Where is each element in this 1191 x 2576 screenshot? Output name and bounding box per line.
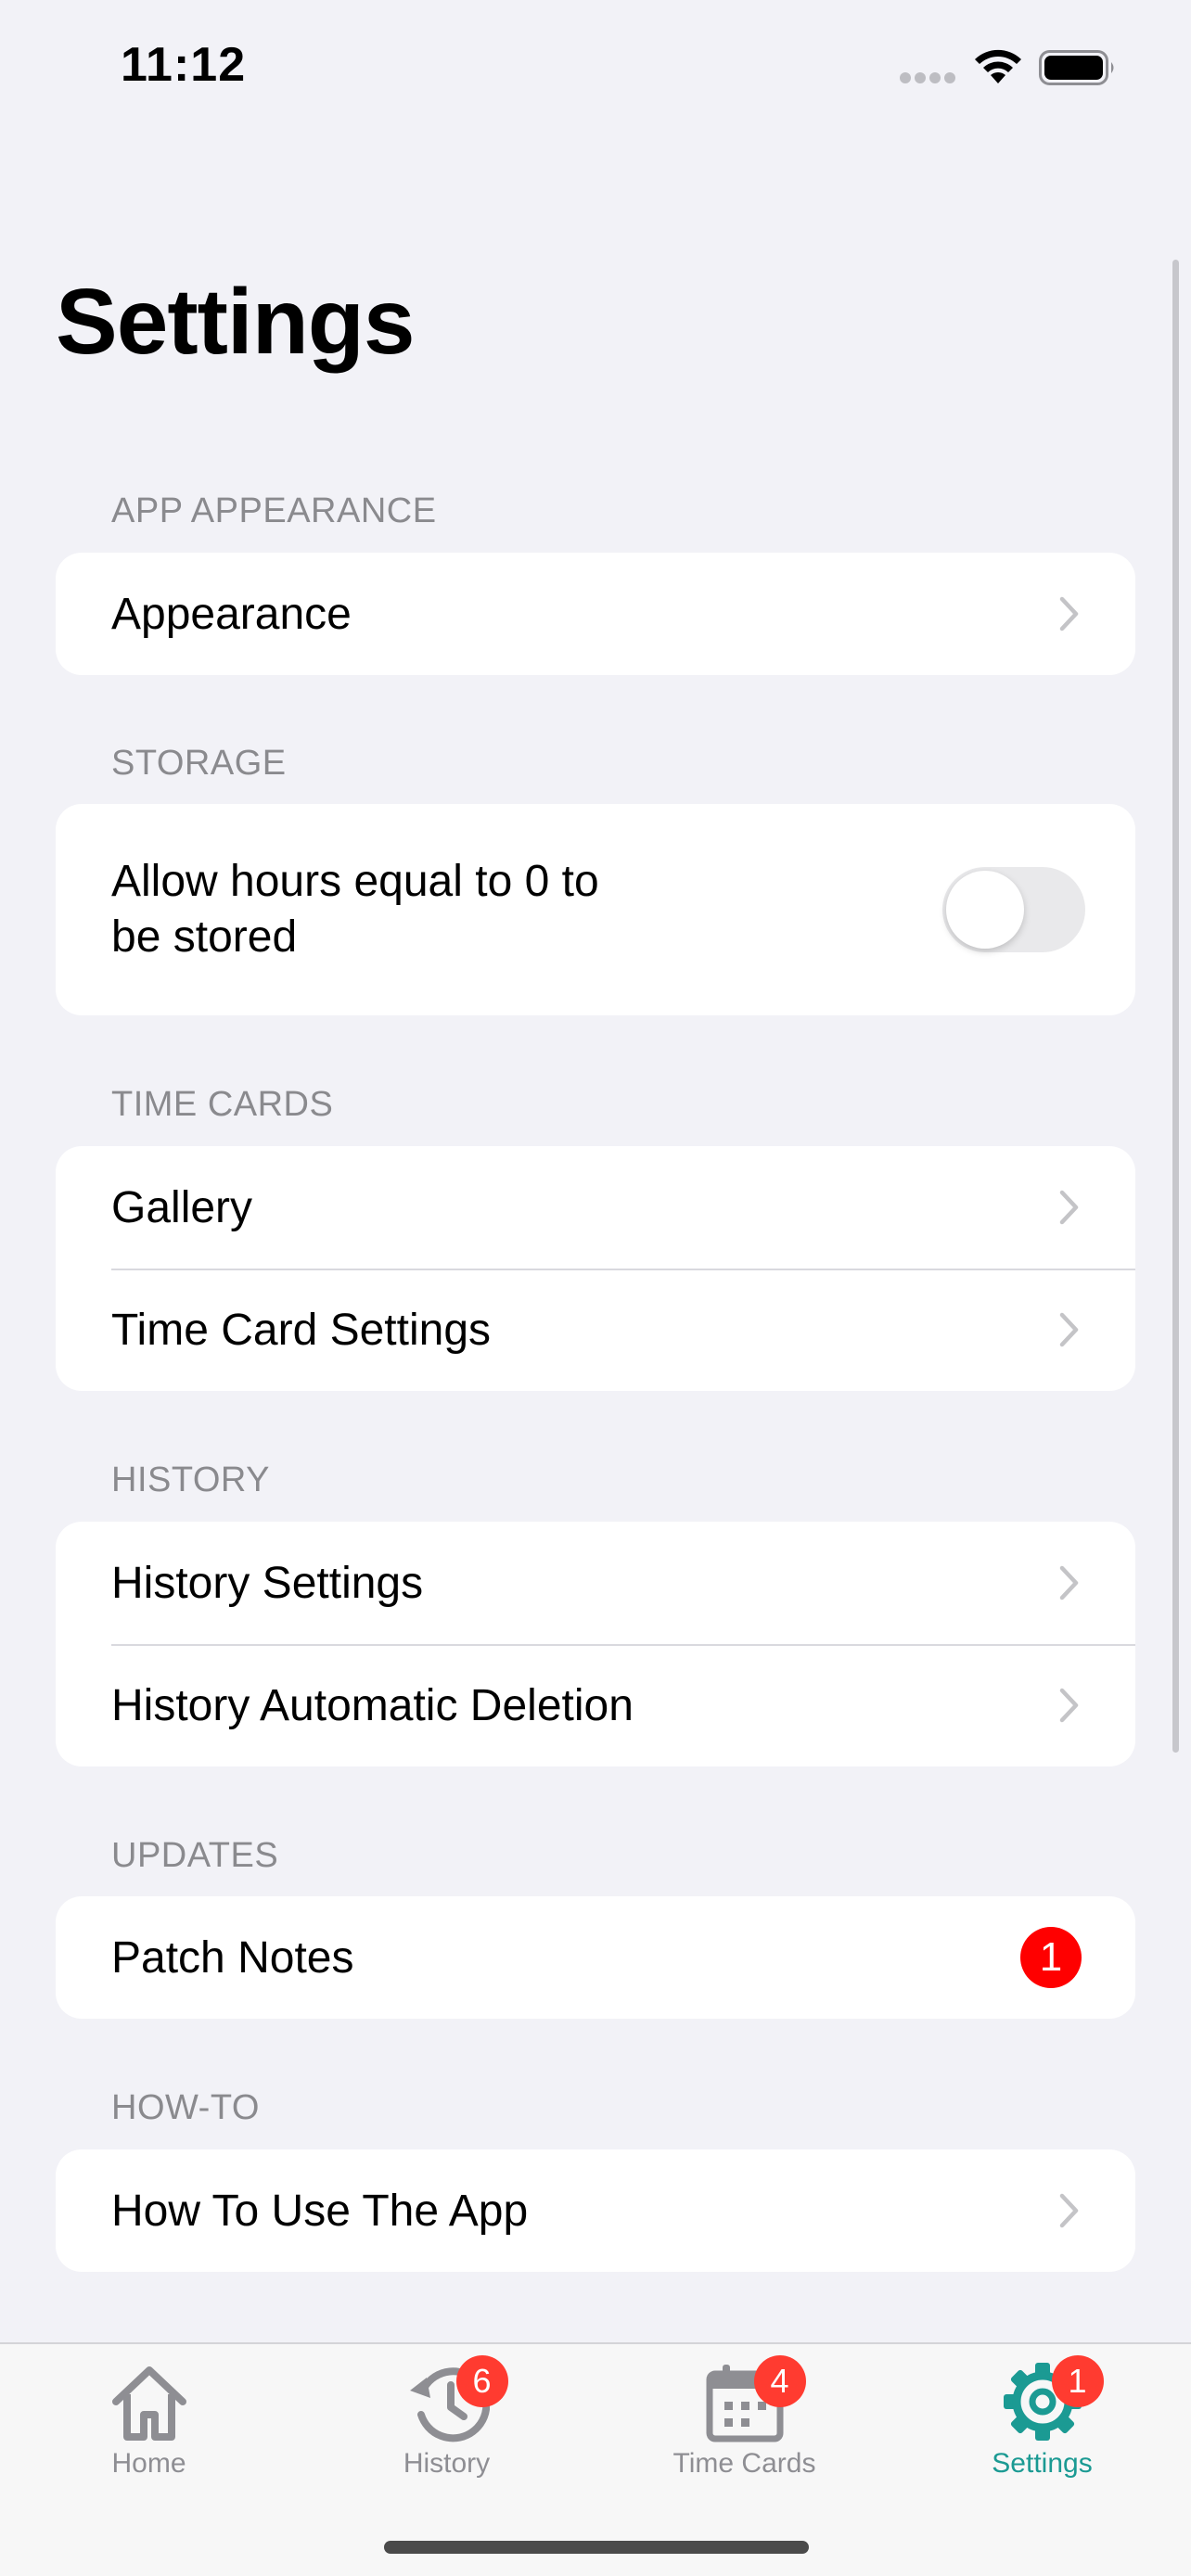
chevron-right-icon: [1059, 1688, 1079, 1723]
tab-home-label: Home: [111, 2448, 186, 2479]
status-time: 11:12: [121, 38, 247, 92]
chevron-right-icon: [1059, 1565, 1079, 1600]
status-bar: 11:12: [0, 0, 1191, 139]
tab-settings[interactable]: 1 Settings: [893, 2344, 1191, 2483]
time-card-settings-label: Time Card Settings: [111, 1305, 492, 1355]
patch-notes-row[interactable]: Patch Notes 1: [56, 1896, 1135, 2019]
time-card-settings-row[interactable]: Time Card Settings: [56, 1269, 1135, 1391]
how-to-card: How To Use The App: [56, 2149, 1135, 2272]
tab-history-badge: 6: [455, 2355, 508, 2407]
chevron-right-icon: [1059, 2193, 1079, 2228]
calendar-icon: 4: [702, 2355, 806, 2444]
history-automatic-deletion-label: History Automatic Deletion: [111, 1680, 634, 1730]
section-header-time-cards: TIME CARDS: [111, 1085, 334, 1124]
chevron-right-icon: [1059, 1190, 1079, 1225]
time-cards-card: Gallery Time Card Settings: [56, 1146, 1135, 1391]
updates-card: Patch Notes 1: [56, 1896, 1135, 2019]
history-automatic-deletion-row[interactable]: History Automatic Deletion: [56, 1644, 1135, 1766]
tab-time-cards-badge: 4: [753, 2355, 806, 2407]
chevron-right-icon: [1059, 596, 1079, 631]
tab-settings-label: Settings: [992, 2448, 1093, 2479]
appearance-label: Appearance: [111, 589, 352, 639]
history-card: History Settings History Automatic Delet…: [56, 1522, 1135, 1766]
wifi-icon: [975, 49, 1021, 83]
battery-icon: [1039, 50, 1114, 85]
history-settings-label: History Settings: [111, 1558, 424, 1608]
gallery-row[interactable]: Gallery: [56, 1146, 1135, 1269]
tab-history[interactable]: 6 History: [298, 2344, 596, 2483]
appearance-row[interactable]: Appearance: [56, 553, 1135, 675]
how-to-use-label: How To Use The App: [111, 2186, 529, 2236]
how-to-use-row[interactable]: How To Use The App: [56, 2149, 1135, 2272]
patch-notes-badge: 1: [1020, 1927, 1082, 1988]
tab-history-label: History: [403, 2448, 491, 2479]
allow-zero-hours-label-line1: Allow hours equal to 0 to: [111, 857, 599, 906]
section-header-updates: UPDATES: [111, 1836, 279, 1875]
allow-zero-hours-label: Allow hours equal to 0 to be stored: [111, 854, 942, 965]
tab-settings-badge: 1: [1051, 2355, 1104, 2407]
allow-zero-hours-label-line2: be stored: [111, 912, 298, 962]
section-header-storage: STORAGE: [111, 744, 287, 783]
allow-zero-hours-row: Allow hours equal to 0 to be stored: [56, 804, 1135, 1015]
scroll-indicator[interactable]: [1172, 260, 1179, 1753]
storage-card: Allow hours equal to 0 to be stored: [56, 804, 1135, 1015]
cellular-signal-icon: [900, 72, 957, 83]
tab-home[interactable]: Home: [0, 2344, 298, 2483]
history-settings-row[interactable]: History Settings: [56, 1522, 1135, 1644]
allow-zero-hours-toggle[interactable]: [942, 867, 1085, 952]
house-icon: [107, 2359, 192, 2444]
toggle-knob: [946, 871, 1024, 949]
appearance-card: Appearance: [56, 553, 1135, 675]
tab-time-cards[interactable]: 4 Time Cards: [596, 2344, 893, 2483]
patch-notes-label: Patch Notes: [111, 1932, 354, 1983]
page-title: Settings: [56, 270, 415, 374]
home-indicator[interactable]: [384, 2541, 809, 2554]
tab-time-cards-label: Time Cards: [672, 2448, 816, 2479]
section-header-how-to: HOW-TO: [111, 2088, 260, 2127]
section-header-history: HISTORY: [111, 1460, 271, 1499]
gear-icon: 1: [1000, 2355, 1104, 2444]
gallery-label: Gallery: [111, 1182, 253, 1232]
section-header-app-appearance: APP APPEARANCE: [111, 491, 437, 530]
chevron-right-icon: [1059, 1312, 1079, 1347]
history-clock-icon: 6: [404, 2355, 508, 2444]
